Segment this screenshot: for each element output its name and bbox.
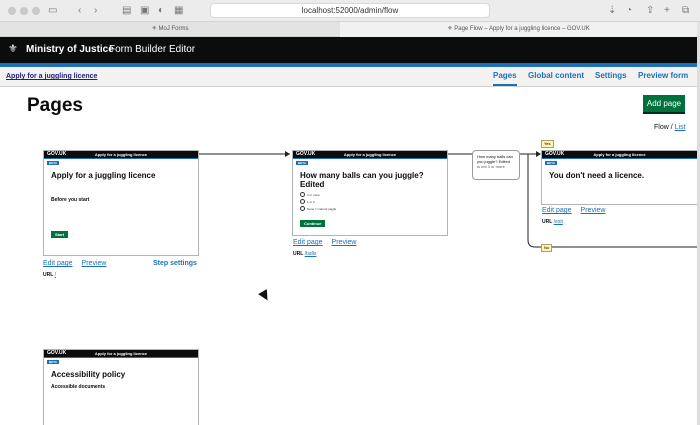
start-card-actions: Edit page Preview xyxy=(43,260,113,267)
beta-banner: BETA xyxy=(296,161,308,165)
tab-label: Page Flow – Apply for a juggling licence… xyxy=(454,26,590,32)
list-view-link[interactable]: List xyxy=(675,124,686,131)
tab-bar: ⚜ MoJ Forms ⚜ Page Flow – Apply for a ju… xyxy=(0,22,700,37)
service-name-link[interactable]: Apply for a juggling licence xyxy=(6,73,97,80)
branch-node[interactable]: How many balls can you juggle? Edited is… xyxy=(472,150,520,180)
flow-view-label: Flow xyxy=(654,124,669,131)
close-window-icon[interactable] xyxy=(8,7,16,15)
edit-page-link[interactable]: Edit page xyxy=(43,260,73,267)
browser-toolbar: ▭ ‹ › ▤ ▣ ◐ ▦ localhost:52000/admin/flow… xyxy=(0,0,700,22)
radio-icon xyxy=(300,199,305,204)
exit-card-url: URL /exit xyxy=(542,219,563,225)
card-subheading: Before you start xyxy=(51,197,90,203)
radio-label: None / I cannot juggle xyxy=(307,206,337,211)
card-heading: You don't need a licence. xyxy=(549,171,645,180)
nav-preview-form[interactable]: Preview form xyxy=(638,71,688,80)
card-subheading: Accessible documents xyxy=(51,384,106,390)
new-tab-icon[interactable]: + xyxy=(664,4,670,18)
beta-banner: BETA xyxy=(47,360,59,364)
preview-link[interactable]: Preview xyxy=(581,207,606,214)
preview-link[interactable]: Preview xyxy=(332,239,357,246)
shield-icon[interactable]: ◐ xyxy=(158,4,164,18)
beta-banner: BETA xyxy=(47,161,59,165)
question-card-url: URL /balls xyxy=(293,251,316,257)
url-value: /exit xyxy=(553,219,563,225)
branch-condition: is not 3 or more xyxy=(477,164,505,169)
edit-page-link[interactable]: Edit page xyxy=(542,207,572,214)
page-card-accessibility[interactable]: GOV.UK Apply for a juggling licence BETA… xyxy=(43,349,199,425)
card-text-line xyxy=(44,404,198,410)
preview-link[interactable]: Preview xyxy=(82,260,107,267)
nav-global-content[interactable]: Global content xyxy=(528,71,584,80)
tab-page-flow[interactable]: ⚜ Page Flow – Apply for a juggling licen… xyxy=(340,22,697,37)
tab-label: MoJ Forms xyxy=(158,26,189,32)
favicon-icon: ⚜ xyxy=(151,26,159,32)
card-continue-button: Continue xyxy=(300,220,326,227)
view-toggle: Flow / List xyxy=(654,124,686,131)
extension-icon[interactable]: ▣ xyxy=(140,4,149,18)
brand-name[interactable]: Ministry of Justice xyxy=(26,44,114,55)
product-name: Form Builder Editor xyxy=(109,44,196,55)
card-heading: How many balls can you juggle? Edited xyxy=(300,171,424,189)
card-header: GOV.UK Apply for a juggling licence xyxy=(542,151,697,158)
card-header-title: Apply for a juggling licence xyxy=(94,152,148,157)
url-label: URL xyxy=(293,251,304,257)
start-card-url: URL / xyxy=(43,272,56,278)
share-icon[interactable]: ⇪ xyxy=(646,4,654,18)
nav-settings[interactable]: Settings xyxy=(595,71,627,80)
step-settings-link[interactable]: Step settings xyxy=(153,260,197,267)
back-icon[interactable]: ‹ xyxy=(78,4,81,18)
beta-banner: BETA xyxy=(545,161,557,165)
downloads-icon[interactable]: ⇣ xyxy=(608,4,616,18)
url-label: URL xyxy=(43,272,54,278)
radio-label: 1 or 2 xyxy=(307,199,315,204)
page-card-exit[interactable]: GOV.UK Apply for a juggling licence BETA… xyxy=(541,150,697,205)
minimize-window-icon[interactable] xyxy=(20,7,28,15)
card-header: GOV.UK Apply for a juggling licence xyxy=(293,151,447,158)
forward-icon[interactable]: › xyxy=(94,4,97,18)
card-header: GOV.UK Apply for a juggling licence xyxy=(44,350,198,357)
tab-moj-forms[interactable]: ⚜ MoJ Forms xyxy=(0,22,340,37)
site-header: ⚜ Ministry of Justice Form Builder Edito… xyxy=(0,37,697,63)
card-text-line xyxy=(542,182,697,188)
card-heading: Apply for a juggling licence xyxy=(51,171,156,180)
radio-label: 3 or more xyxy=(307,192,320,197)
url-value: /balls xyxy=(304,251,317,257)
url-value: / xyxy=(54,272,57,278)
page-title: Pages xyxy=(27,95,83,116)
edit-page-link[interactable]: Edit page xyxy=(293,239,323,246)
radio-icon xyxy=(300,206,305,211)
page-card-start[interactable]: GOV.UK Apply for a juggling licence BETA… xyxy=(43,150,199,256)
tab-overview-icon[interactable]: ⧉ xyxy=(682,4,689,18)
card-start-button: Start xyxy=(51,231,69,238)
grid-icon[interactable]: ▦ xyxy=(174,4,183,18)
question-card-actions: Edit page Preview xyxy=(293,239,363,246)
card-header: GOV.UK Apply for a juggling licence xyxy=(44,151,198,158)
card-header-title: Apply for a juggling licence xyxy=(593,152,646,157)
branch-yes-label: Yes xyxy=(541,140,554,148)
card-heading: Accessibility policy xyxy=(51,370,126,379)
radio-option: 1 or 2 xyxy=(293,198,447,205)
sidebar-toggle-icon[interactable]: ▭ xyxy=(48,4,57,18)
branch-no-label: No xyxy=(541,244,553,252)
crest-icon: ⚜ xyxy=(8,43,18,55)
card-header-title: Apply for a juggling licence xyxy=(94,351,148,356)
zoom-window-icon[interactable] xyxy=(32,7,40,15)
radio-option: None / I cannot juggle xyxy=(293,205,447,212)
radio-icon xyxy=(300,192,305,197)
mouse-cursor-icon xyxy=(258,289,272,303)
service-navigation: Apply for a juggling licence Pages Globa… xyxy=(0,67,697,87)
radio-option: 3 or more xyxy=(293,191,447,198)
branch-question: How many balls can you juggle? Edited xyxy=(477,154,513,164)
exit-card-actions: Edit page Preview xyxy=(542,207,612,214)
page-card-question[interactable]: GOV.UK Apply for a juggling licence BETA… xyxy=(292,150,448,236)
card-header-title: Apply for a juggling licence xyxy=(343,152,397,157)
url-label: URL xyxy=(542,219,553,225)
account-icon[interactable]: ◔ xyxy=(626,4,632,18)
card-text-line xyxy=(44,217,198,223)
address-bar[interactable]: localhost:52000/admin/flow xyxy=(210,3,490,18)
nav-pages[interactable]: Pages xyxy=(493,71,517,86)
add-page-button[interactable]: Add page xyxy=(643,95,685,112)
reader-icon[interactable]: ▤ xyxy=(122,4,131,18)
